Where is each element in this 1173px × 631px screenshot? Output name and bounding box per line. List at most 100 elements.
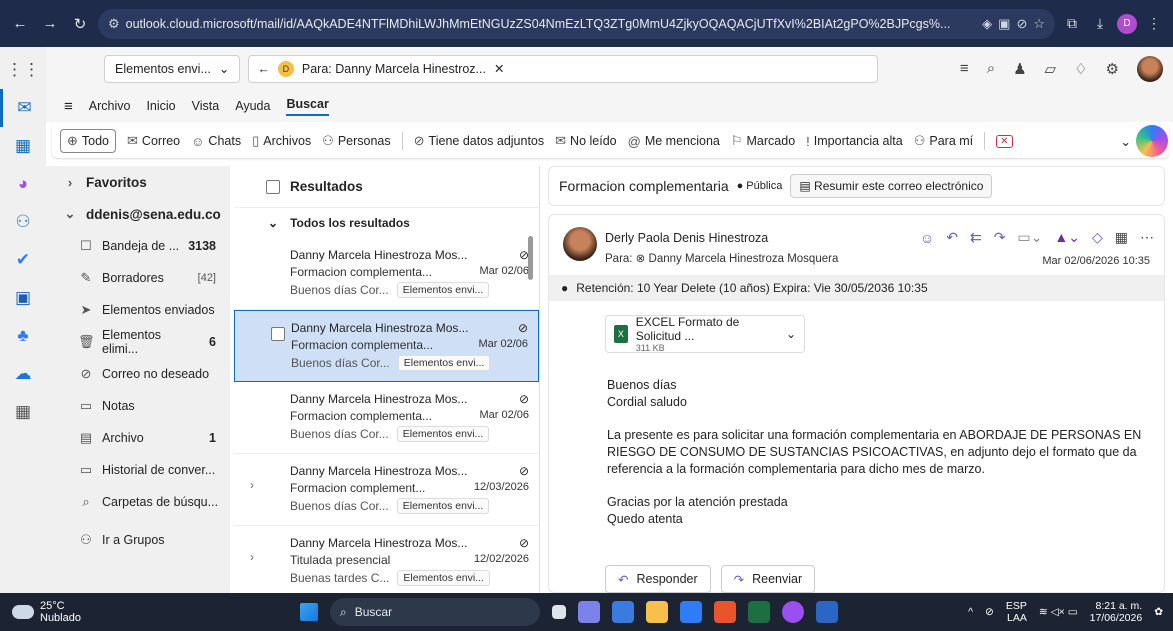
attachment-card[interactable]: X EXCEL Formato de Solicitud ... 311 KB ⌄ [605, 315, 805, 353]
tab-inicio[interactable]: Inicio [146, 99, 175, 113]
chevron-right-icon[interactable]: › [250, 478, 254, 492]
cast-icon[interactable]: ▣ [998, 16, 1010, 32]
gear-icon[interactable]: ⚙ [1106, 60, 1119, 78]
message-row[interactable]: › Danny Marcela Hinestroza Mos... ⊘ Titul… [234, 526, 539, 598]
clock[interactable]: 8:21 a. m. 17/06/2026 [1090, 600, 1143, 624]
back-icon[interactable]: ← [8, 12, 32, 36]
teams-icon[interactable]: ♟ [1013, 60, 1026, 78]
reply-all-icon[interactable]: ⇇ [970, 229, 982, 246]
filter-adjuntos[interactable]: ⊘ Tiene datos adjuntos [414, 133, 545, 149]
profile-avatar[interactable]: D [1117, 13, 1137, 34]
tab-vista[interactable]: Vista [192, 99, 220, 113]
windows-start-icon[interactable] [300, 603, 318, 621]
folder-search[interactable]: ⌕ Carpetas de búsqu... [46, 486, 230, 518]
mail-app-icon[interactable]: ✉ [0, 89, 46, 127]
task-view-icon[interactable] [552, 605, 566, 619]
folder-sent[interactable]: ➤ Elementos enviados [46, 294, 230, 326]
folder-scope-dropdown[interactable]: Elementos envi... ⌄ [104, 54, 241, 83]
filter-personas[interactable]: ⚇ Personas [322, 133, 390, 149]
tab-ayuda[interactable]: Ayuda [235, 99, 270, 113]
select-all-checkbox[interactable] [266, 179, 280, 194]
filter-para-mi[interactable]: ⚇ Para mí [914, 133, 973, 149]
row-checkbox[interactable] [271, 327, 285, 341]
filter-todo[interactable]: ⊕ Todo [60, 129, 117, 153]
account-section[interactable]: ⌄ ddenis@sena.edu.co [46, 198, 230, 230]
eye-off-icon[interactable]: ⊘ [1016, 16, 1027, 32]
folder-junk[interactable]: ⊘ Correo no deseado [46, 358, 230, 390]
filter-menciona[interactable]: @ Me menciona [628, 134, 720, 149]
org-app-icon[interactable]: ♣ [0, 317, 46, 355]
teams-app-icon[interactable] [578, 601, 600, 623]
hamburger-icon[interactable]: ≡ [64, 98, 73, 115]
filter-no-leido[interactable]: ✉ No leído [555, 133, 616, 149]
chevron-down-icon[interactable]: ⌄ [1121, 134, 1131, 149]
extension-icon[interactable]: ◈ [982, 16, 992, 32]
taskbar-search[interactable]: ⌕ Buscar [330, 598, 540, 626]
chrome-icon[interactable] [782, 601, 804, 623]
chevron-right-icon[interactable]: › [250, 550, 254, 564]
calendar-taskbar-icon[interactable] [680, 601, 702, 623]
save-app-icon[interactable]: ▣ [0, 279, 46, 317]
chevron-down-icon[interactable]: ⌄ [786, 327, 796, 341]
user-avatar[interactable] [1137, 55, 1163, 82]
filter-archivos[interactable]: ▯ Archivos [252, 133, 311, 149]
forward-icon[interactable]: ↷ [994, 229, 1006, 246]
copilot-app-icon[interactable]: ◕ [0, 165, 46, 203]
download-icon[interactable]: ⤓ [1089, 15, 1111, 32]
app-launcher-icon[interactable]: ⋮⋮ [0, 51, 46, 89]
tag-icon[interactable]: ◇ [1092, 229, 1103, 246]
office-icon[interactable] [714, 601, 736, 623]
filter-importancia[interactable]: ! Importancia alta [806, 134, 903, 149]
more-apps-icon[interactable]: ▦ [0, 393, 46, 431]
url-text[interactable]: outlook.cloud.microsoft/mail/id/AAQkADE4… [126, 17, 976, 31]
emoji-icon[interactable]: ☺ [920, 230, 934, 246]
message-row[interactable]: Danny Marcela Hinestroza Mos... ⊘ Formaci… [234, 382, 539, 454]
folder-archive[interactable]: ▤ Archivo 1 [46, 422, 230, 454]
todo-app-icon[interactable]: ✔ [0, 241, 46, 279]
wifi-volume-battery-icon[interactable]: ≋ ◁× ▭ [1039, 606, 1078, 618]
folder-deleted[interactable]: 🗑 Elementos elimi... 6 [46, 326, 230, 358]
search-icon[interactable]: ⌕ [987, 60, 995, 77]
bookmark-star-icon[interactable]: ☆ [1033, 16, 1045, 32]
favorites-section[interactable]: › Favoritos [46, 166, 230, 198]
file-explorer-icon[interactable] [646, 601, 668, 623]
tab-archivo[interactable]: Archivo [89, 99, 131, 113]
copilot-taskbar-icon[interactable] [612, 601, 634, 623]
more-icon[interactable]: ⋯ [1140, 229, 1154, 246]
folder-history[interactable]: ▭ Historial de conver... [46, 454, 230, 486]
copilot-icon[interactable] [1136, 125, 1168, 157]
message-row[interactable]: › Danny Marcela Hinestroza Mos... ⊘ Forma… [234, 454, 539, 526]
folder-notes[interactable]: ▭ Notas [46, 390, 230, 422]
forward-icon[interactable]: → [38, 12, 62, 36]
clear-filters-icon[interactable]: ✕ [996, 134, 1013, 148]
filter-icon[interactable]: ≡ [960, 60, 969, 77]
notifications-icon[interactable]: ✿ [1154, 606, 1163, 618]
excel-taskbar-icon[interactable] [748, 601, 770, 623]
message-row-selected[interactable]: Danny Marcela Hinestroza Mos... ⊘ Formaci… [234, 310, 539, 382]
search-box[interactable]: ← D Para: Danny Marcela Hinestroz... ✕ [248, 54, 879, 83]
folder-drafts[interactable]: ✎ Borradores [42] [46, 262, 230, 294]
more-menu-icon[interactable]: ⋮ [1143, 15, 1165, 32]
go-to-groups[interactable]: ⚇ Ir a Grupos [46, 524, 230, 556]
word-taskbar-icon[interactable] [816, 601, 838, 623]
calendar-app-icon[interactable]: ▦ [0, 127, 46, 165]
back-arrow-icon[interactable]: ← [257, 62, 270, 76]
site-info-icon[interactable]: ⚙ [108, 16, 120, 32]
bell-icon[interactable]: ♢ [1074, 60, 1087, 78]
list-scrollbar[interactable] [528, 236, 533, 280]
address-bar[interactable]: ⚙ outlook.cloud.microsoft/mail/id/AAQkAD… [98, 8, 1055, 39]
chevron-up-icon[interactable]: ^ [968, 606, 973, 618]
sender-avatar[interactable] [563, 227, 597, 261]
apps-icon[interactable]: ▭⌄ [1017, 229, 1042, 246]
language-indicator[interactable]: ESP LAA [1006, 600, 1027, 624]
reply-button[interactable]: ↶ Responder [605, 565, 711, 593]
immersive-reader-icon[interactable]: ▦ [1115, 229, 1128, 246]
onedrive-app-icon[interactable]: ☁ [0, 355, 46, 393]
summarize-button[interactable]: ▤ Resumir este correo electrónico [790, 174, 993, 198]
clear-search-icon[interactable]: ✕ [494, 61, 504, 76]
people-app-icon[interactable]: ⚇ [0, 203, 46, 241]
reply-icon[interactable]: ↶ [946, 229, 958, 246]
extensions-icon[interactable]: ⧉ [1061, 15, 1083, 32]
pdf-icon[interactable]: ▲⌄ [1054, 229, 1080, 246]
weather-widget[interactable]: 25°C Nublado [0, 600, 300, 624]
